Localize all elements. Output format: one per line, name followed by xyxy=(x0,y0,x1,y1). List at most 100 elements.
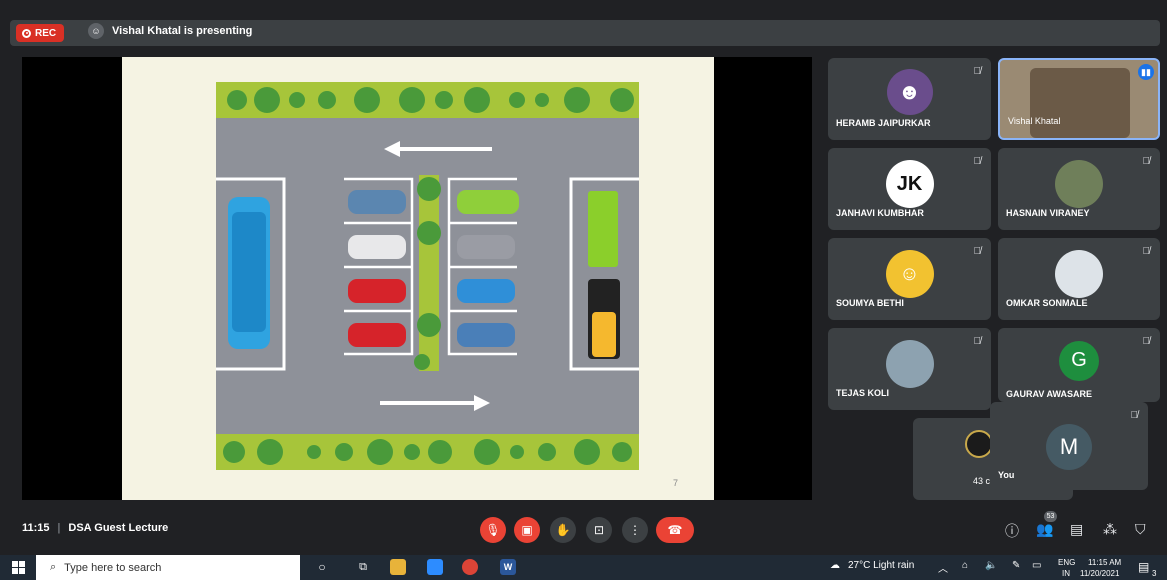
participant-name: GAURAV AWASARE xyxy=(1006,389,1093,399)
participant-avatar: ☻ xyxy=(886,69,933,116)
meeting-title: DSA Guest Lecture xyxy=(68,522,169,534)
file-explorer-icon[interactable] xyxy=(390,559,406,575)
presentation-slide: 7 xyxy=(122,57,714,500)
participant-tile-tejas[interactable]: 🎙̸ TEJAS KOLI xyxy=(828,328,991,410)
participant-name: Vishal Khatal xyxy=(1008,116,1061,126)
hand-icon: ✋ xyxy=(555,523,571,537)
mic-off-icon: 🎙̸ xyxy=(973,156,982,167)
mic-off-icon: 🎙̸ xyxy=(1142,336,1151,347)
self-name: You xyxy=(998,470,1015,480)
self-avatar: M xyxy=(1046,424,1092,470)
search-placeholder: Type here to search xyxy=(64,561,162,574)
meeting-info: 11:15 | DSA Guest Lecture xyxy=(22,522,168,534)
windows-start-button[interactable] xyxy=(12,561,25,574)
language-top[interactable]: ENG xyxy=(1058,558,1075,567)
parking-lot-illustration xyxy=(216,82,639,470)
present-screen-icon: ⊡ xyxy=(593,523,605,537)
meeting-controls-bar: 11:15 | DSA Guest Lecture 🎙 ▣ ✋ ⊡ ⋮ ☎ ⓘ … xyxy=(0,510,1167,548)
chat-button[interactable]: ▤ xyxy=(1070,521,1083,538)
raise-hand-button[interactable]: ✋ xyxy=(550,517,576,543)
participant-tile-janhavi[interactable]: JK 🎙̸ JANHAVI KUMBHAR xyxy=(828,148,991,230)
battery-icon[interactable]: ▭ xyxy=(1032,560,1041,571)
shield-icon: ⛉ xyxy=(1135,521,1146,537)
search-icon: ⌕ xyxy=(50,561,57,573)
mic-off-icon: 🎙̸ xyxy=(973,66,982,77)
participant-name: SOUMYA BETHI xyxy=(836,298,904,308)
participant-name: HASNAIN VIRANEY xyxy=(1006,208,1090,218)
clock-date[interactable]: 11/20/2021 xyxy=(1080,569,1119,578)
mic-off-icon: 🎙̸ xyxy=(973,246,982,257)
people-icon: 👥 xyxy=(1036,521,1054,537)
slide-page-number: 7 xyxy=(672,478,678,488)
camera-off-icon: ▣ xyxy=(521,523,533,537)
info-icon: ⓘ xyxy=(1005,523,1019,539)
word-icon[interactable]: W xyxy=(500,559,516,575)
tray-expand-icon[interactable]: ︿ xyxy=(938,560,948,575)
task-view-icon[interactable]: ⧉ xyxy=(355,559,371,575)
participant-avatar: ☺ xyxy=(885,250,934,299)
camera-toggle-button[interactable]: ▣ xyxy=(514,517,540,543)
mic-toggle-button[interactable]: 🎙 xyxy=(480,517,506,543)
meeting-time: 11:15 xyxy=(22,522,50,534)
participant-avatar xyxy=(1055,160,1103,209)
notifications-icon[interactable]: ▤ xyxy=(1138,560,1149,574)
weather-text[interactable]: 27°C Light rain xyxy=(848,560,914,571)
presenter-info: ☺ Vishal Khatal is presenting xyxy=(88,23,252,39)
participant-name: HERAMB JAIPURKAR xyxy=(836,118,931,128)
participant-avatar xyxy=(885,340,934,389)
presenter-text: Vishal Khatal is presenting xyxy=(112,25,253,37)
more-vert-icon: ⋮ xyxy=(629,523,641,537)
chat-icon: ▤ xyxy=(1070,521,1084,537)
cortana-icon[interactable]: ○ xyxy=(314,559,330,575)
recording-label: REC xyxy=(35,27,57,39)
present-button[interactable]: ⊡ xyxy=(586,517,612,543)
participant-tile-hasnain[interactable]: 🎙̸ HASNAIN VIRANEY xyxy=(998,148,1160,230)
participant-avatar xyxy=(1055,250,1103,299)
chrome-icon[interactable] xyxy=(462,559,478,575)
zoom-icon[interactable] xyxy=(427,559,443,575)
activities-icon: ⁂ xyxy=(1103,521,1117,537)
pen-icon[interactable]: ✎ xyxy=(1012,560,1020,571)
more-options-button[interactable]: ⋮ xyxy=(622,517,648,543)
recording-badge: REC xyxy=(16,24,65,42)
taskbar-search-box[interactable]: ⌕ Type here to search xyxy=(36,555,300,580)
record-icon xyxy=(22,28,31,38)
participant-name: OMKAR SONMALE xyxy=(1006,298,1088,308)
mic-off-icon: 🎙̸ xyxy=(1130,410,1139,421)
host-controls-button[interactable]: ⛉ xyxy=(1135,521,1146,538)
windows-taskbar: ⌕ Type here to search ○ ⧉ W ☁ 27°C Light… xyxy=(0,555,1167,580)
participant-avatar: JK xyxy=(885,160,934,209)
participant-video xyxy=(1030,68,1130,138)
presenting-bar: REC ☺ Vishal Khatal is presenting xyxy=(10,20,1160,46)
participant-name: TEJAS KOLI xyxy=(836,388,890,398)
participant-avatar: G xyxy=(1059,340,1099,381)
participant-tile-heramb[interactable]: ☻ 🎙̸ HERAMB JAIPURKAR xyxy=(828,58,991,140)
self-view-tile[interactable]: 🎙̸ M You xyxy=(990,402,1148,490)
meeting-details-button[interactable]: ⓘ xyxy=(1005,521,1019,541)
weather-icon[interactable]: ☁ xyxy=(830,560,840,571)
participant-name: JANHAVI KUMBHAR xyxy=(836,208,924,218)
people-count-badge: 53 xyxy=(1044,511,1057,522)
participant-tile-soumya[interactable]: ☺ 🎙̸ SOUMYA BETHI xyxy=(828,238,991,320)
presenter-avatar: ☺ xyxy=(88,23,104,39)
language-bottom[interactable]: IN xyxy=(1062,569,1070,578)
separator: | xyxy=(57,522,61,534)
hang-up-icon: ☎ xyxy=(667,523,683,537)
leave-call-button[interactable]: ☎ xyxy=(656,517,694,543)
people-button[interactable]: 👥 xyxy=(1036,521,1053,538)
participant-avatar xyxy=(965,430,993,458)
activities-button[interactable]: ⁂ xyxy=(1103,521,1117,538)
volume-icon[interactable]: 🔈 xyxy=(985,560,997,571)
mic-off-icon: 🎙̸ xyxy=(1142,156,1151,167)
notification-count: 3 xyxy=(1152,569,1157,578)
speaking-indicator-icon: ▮▮ xyxy=(1138,64,1154,80)
participant-tile-omkar[interactable]: 🎙̸ OMKAR SONMALE xyxy=(998,238,1160,320)
participant-tile-vishal[interactable]: ▮▮ Vishal Khatal xyxy=(998,58,1160,140)
mic-off-icon: 🎙̸ xyxy=(973,336,982,347)
mic-off-icon: 🎙 xyxy=(485,523,501,537)
network-icon[interactable]: ⌂ xyxy=(962,560,968,571)
others-count-label: 43 c xyxy=(973,476,991,486)
mic-off-icon: 🎙̸ xyxy=(1142,246,1151,257)
participant-tile-gaurav[interactable]: G 🎙̸ GAURAV AWASARE xyxy=(998,328,1160,402)
clock-time[interactable]: 11:15 AM xyxy=(1088,558,1121,567)
